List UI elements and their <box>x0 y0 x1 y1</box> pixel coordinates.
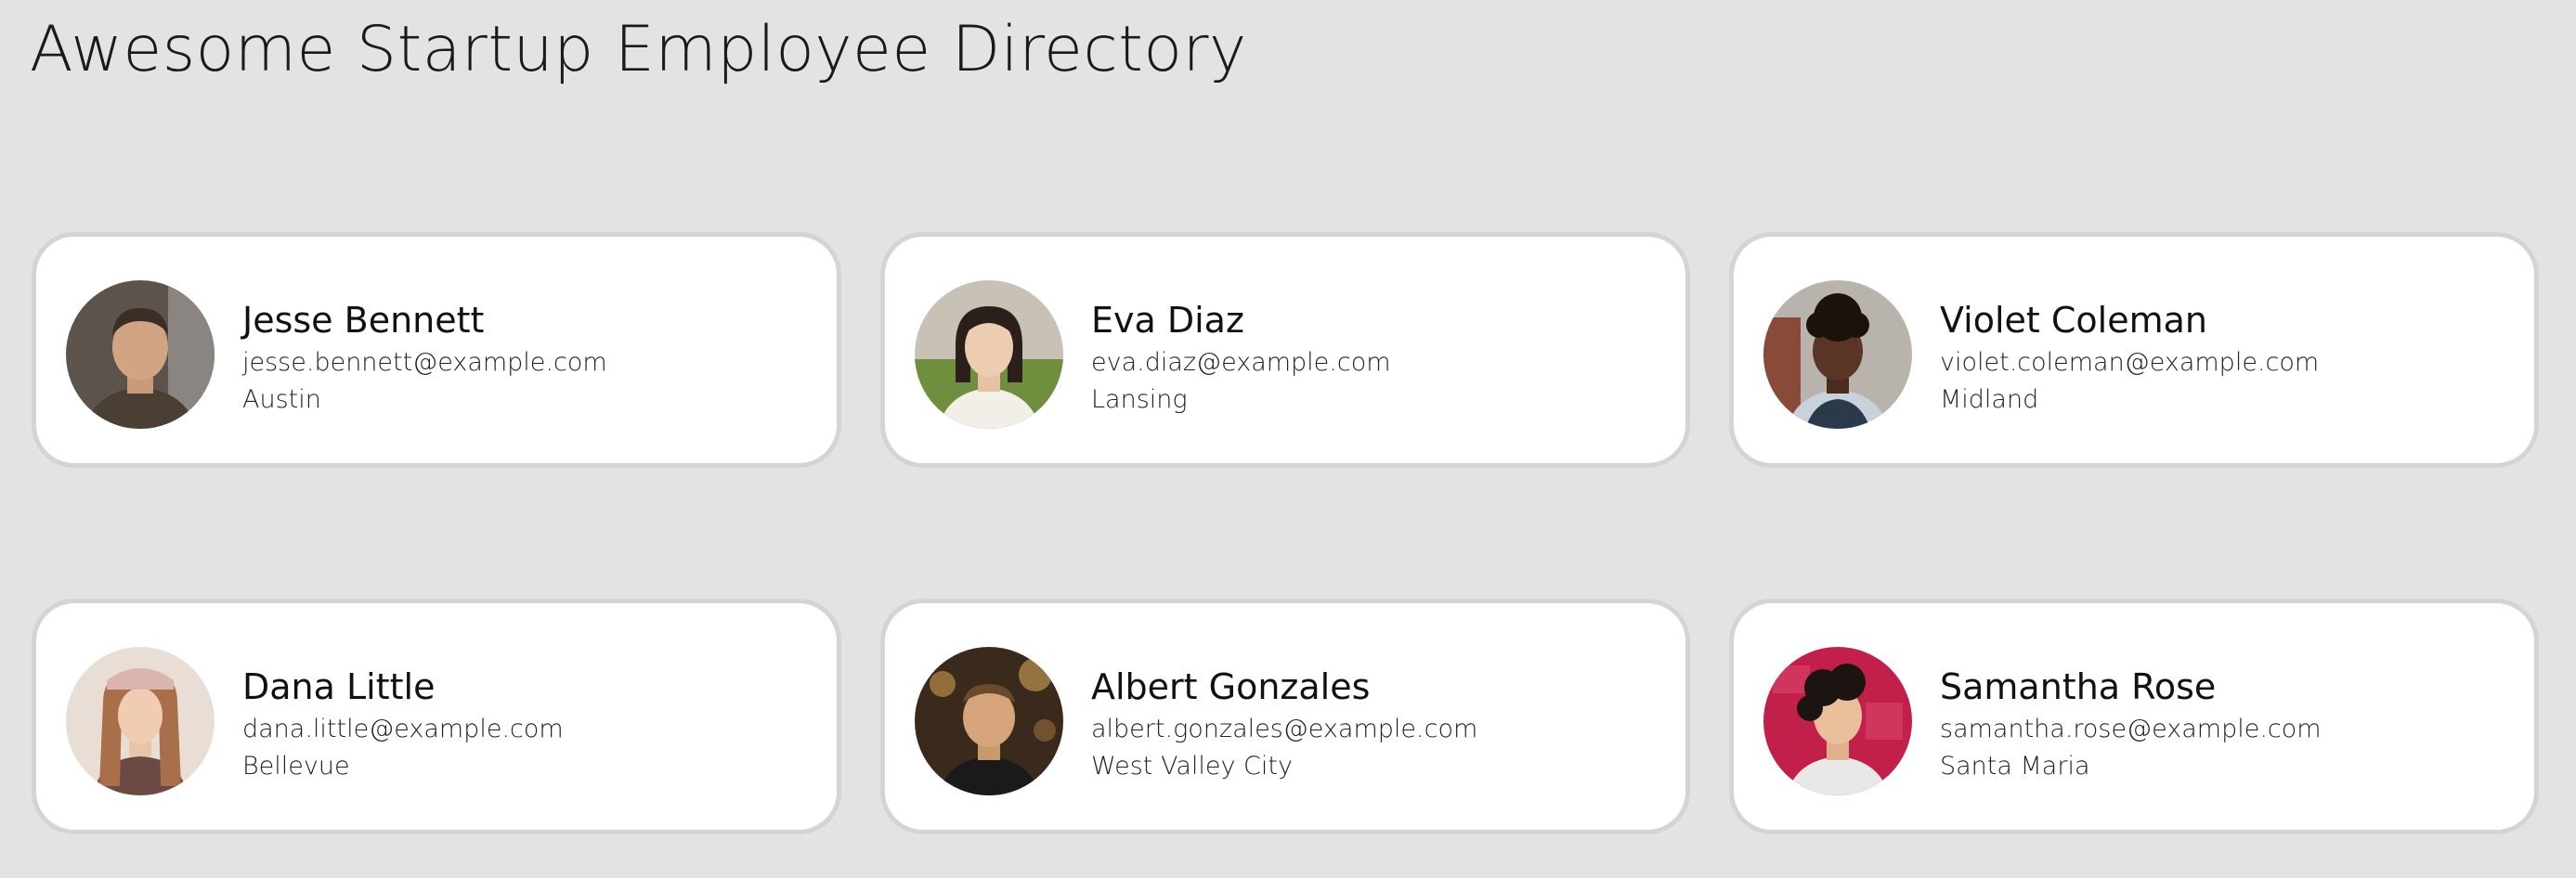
person-photo-icon <box>915 647 1063 795</box>
person-photo-icon <box>66 647 215 795</box>
person-photo-icon <box>1763 280 1912 429</box>
employee-name: Albert Gonzales <box>1091 666 1371 707</box>
employee-card[interactable]: Jesse Bennett jesse.bennett@example.com … <box>32 232 841 468</box>
employee-name: Jesse Bennett <box>242 300 485 341</box>
person-photo-icon <box>1763 647 1912 795</box>
employee-avatar <box>1763 280 1912 429</box>
employee-email: jesse.bennett@example.com <box>242 348 607 377</box>
employee-card[interactable]: Albert Gonzales albert.gonzales@example.… <box>880 599 1690 834</box>
employee-email: albert.gonzales@example.com <box>1091 715 1478 743</box>
employee-city: West Valley City <box>1091 752 1293 781</box>
employee-city: Bellevue <box>242 752 350 781</box>
employee-city: Austin <box>242 385 321 414</box>
employee-name: Eva Diaz <box>1091 300 1244 341</box>
employee-city: Lansing <box>1091 385 1188 414</box>
person-photo-icon <box>66 280 215 429</box>
employee-name: Dana Little <box>242 666 436 707</box>
employee-email: eva.diaz@example.com <box>1091 348 1391 377</box>
employee-city: Midland <box>1940 385 2039 414</box>
employee-email: violet.coleman@example.com <box>1940 348 2320 377</box>
employee-name: Violet Coleman <box>1940 300 2207 341</box>
employee-avatar <box>915 647 1063 795</box>
employee-avatar <box>915 280 1063 429</box>
employee-email: dana.little@example.com <box>242 715 564 743</box>
employee-card[interactable]: Eva Diaz eva.diaz@example.com Lansing <box>880 232 1690 468</box>
employee-card[interactable]: Samantha Rose samantha.rose@example.com … <box>1729 599 2539 834</box>
employee-card[interactable]: Violet Coleman violet.coleman@example.co… <box>1729 232 2539 468</box>
employee-city: Santa Maria <box>1940 752 2090 781</box>
employee-avatar <box>66 647 215 795</box>
employee-avatar <box>1763 647 1912 795</box>
employee-email: samantha.rose@example.com <box>1940 715 2322 743</box>
page-title: Awesome Startup Employee Directory <box>30 13 1247 86</box>
person-photo-icon <box>915 280 1063 429</box>
employee-name: Samantha Rose <box>1940 666 2217 707</box>
employee-card[interactable]: Dana Little dana.little@example.com Bell… <box>32 599 841 834</box>
employee-avatar <box>66 280 215 429</box>
